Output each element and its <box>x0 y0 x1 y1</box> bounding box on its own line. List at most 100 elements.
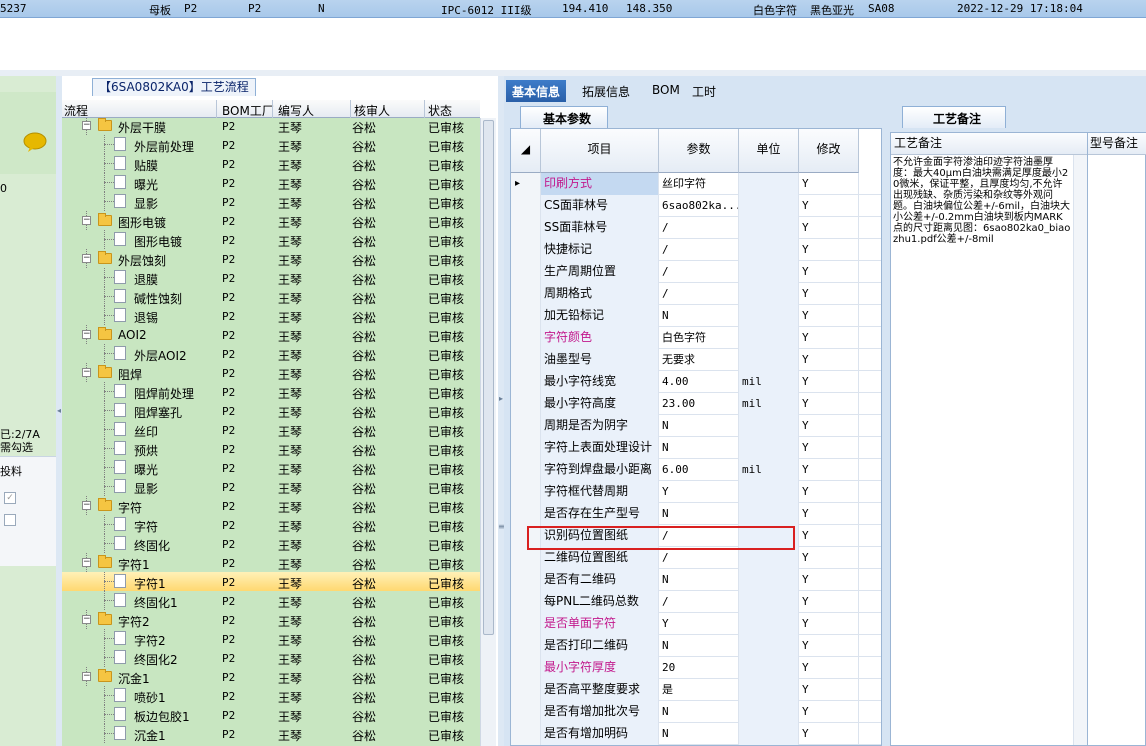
collapse-icon[interactable]: − <box>82 121 91 130</box>
tree-group-row[interactable]: − 字符1 P2 王琴 谷松 已审核 <box>62 553 480 572</box>
param-row[interactable]: 是否有增加批次号 N Y <box>511 701 881 723</box>
param-row[interactable]: 字符到焊盘最小距离 6.00 mil Y <box>511 459 881 481</box>
tree-step-row[interactable]: 终固化 P2 王琴 谷松 已审核 <box>62 534 480 553</box>
param-row[interactable]: 是否高平整度要求是 Y <box>511 679 881 701</box>
param-row[interactable]: 是否单面字符 Y Y <box>511 613 881 635</box>
tree-step-row[interactable]: 预烘 P2 王琴 谷松 已审核 <box>62 439 480 458</box>
param-value[interactable]: 6.00 <box>659 459 739 481</box>
row-indicator[interactable] <box>511 613 541 635</box>
row-checkbox-checked[interactable]: ✓ <box>4 492 16 504</box>
param-row[interactable]: 加无铅标记 N Y <box>511 305 881 327</box>
notes-scrollbar[interactable] <box>1073 155 1087 745</box>
row-indicator[interactable] <box>511 349 541 371</box>
tab-process-notes[interactable]: 工艺备注 <box>902 106 1007 128</box>
row-indicator[interactable] <box>511 415 541 437</box>
param-row[interactable]: 字符颜色 白色字符 Y <box>511 327 881 349</box>
collapse-icon[interactable]: − <box>82 254 91 263</box>
tree-step-row[interactable]: 曝光 P2 王琴 谷松 已审核 <box>62 458 480 477</box>
row-indicator[interactable] <box>511 679 541 701</box>
row-indicator[interactable] <box>511 569 541 591</box>
tab-work-hours[interactable]: 工时 <box>686 80 722 102</box>
col-flow[interactable]: 流程 <box>64 102 88 119</box>
tree-step-row[interactable]: 字符2 P2 王琴 谷松 已审核 <box>62 629 480 648</box>
param-value[interactable]: / <box>659 261 739 283</box>
row-indicator[interactable] <box>511 657 541 679</box>
tree-group-row[interactable]: − 外层蚀刻 P2 王琴 谷松 已审核 <box>62 249 480 268</box>
chat-icon[interactable] <box>22 132 48 152</box>
tree-step-row[interactable]: 外层AOI2 P2 王琴 谷松 已审核 <box>62 344 480 363</box>
tree-step-row[interactable]: 字符1 P2 王琴 谷松 已审核 <box>62 572 480 591</box>
param-row[interactable]: 二维码位置图纸 / Y <box>511 547 881 569</box>
param-value[interactable]: N <box>659 635 739 657</box>
param-value[interactable]: N <box>659 305 739 327</box>
param-row[interactable]: 是否有二维码 N Y <box>511 569 881 591</box>
tree-group-row[interactable]: − 外层干膜 P2 王琴 谷松 已审核 <box>62 118 480 135</box>
row-indicator[interactable] <box>511 283 541 305</box>
param-value[interactable]: N <box>659 701 739 723</box>
col-value[interactable]: 参数 <box>659 129 739 173</box>
param-row[interactable]: 是否存在生产型号 N Y <box>511 503 881 525</box>
tree-step-row[interactable]: 碱性蚀刻 P2 王琴 谷松 已审核 <box>62 287 480 306</box>
param-value[interactable]: N <box>659 437 739 459</box>
collapse-icon[interactable]: − <box>82 615 91 624</box>
tree-step-row[interactable]: 阻焊前处理 P2 王琴 谷松 已审核 <box>62 382 480 401</box>
tab-extended-info[interactable]: 拓展信息 <box>576 80 636 102</box>
tree-step-row[interactable]: 退膜 P2 王琴 谷松 已审核 <box>62 268 480 287</box>
tree-step-row[interactable]: 图形电镀 P2 王琴 谷松 已审核 <box>62 230 480 249</box>
param-value[interactable]: 丝印字符 <box>659 173 739 195</box>
param-row[interactable]: CS面菲林号 6sao802ka... Y <box>511 195 881 217</box>
param-value[interactable]: 是 <box>659 679 739 701</box>
row-indicator[interactable] <box>511 393 541 415</box>
param-row[interactable]: 是否有增加明码 N Y <box>511 723 881 745</box>
param-value[interactable]: 6sao802ka... <box>659 195 739 217</box>
row-indicator[interactable] <box>511 591 541 613</box>
collapse-icon[interactable]: − <box>82 368 91 377</box>
param-value[interactable]: 4.00 <box>659 371 739 393</box>
param-value[interactable]: N <box>659 503 739 525</box>
param-value[interactable]: N <box>659 569 739 591</box>
tree-step-row[interactable]: 外层前处理 P2 王琴 谷松 已审核 <box>62 135 480 154</box>
param-row[interactable]: 周期是否为阴字 N Y <box>511 415 881 437</box>
tab-basic-params[interactable]: 基本参数 <box>520 106 609 128</box>
param-row[interactable]: 最小字符厚度 20 Y <box>511 657 881 679</box>
tree-step-row[interactable]: 板边包胶1 P2 王琴 谷松 已审核 <box>62 705 480 724</box>
row-indicator[interactable] <box>511 481 541 503</box>
tree-group-row[interactable]: − 沉金1 P2 王琴 谷松 已审核 <box>62 667 480 686</box>
col-unit[interactable]: 单位 <box>739 129 799 173</box>
row-checkbox[interactable] <box>4 514 16 526</box>
row-indicator[interactable] <box>511 217 541 239</box>
param-value[interactable]: N <box>659 415 739 437</box>
param-row[interactable]: 油墨型号 无要求 Y <box>511 349 881 371</box>
param-value[interactable]: 无要求 <box>659 349 739 371</box>
tree-step-row[interactable]: 显影 P2 王琴 谷松 已审核 <box>62 477 480 496</box>
collapse-icon[interactable]: − <box>82 330 91 339</box>
tree-group-row[interactable]: − 字符 P2 王琴 谷松 已审核 <box>62 496 480 515</box>
param-value[interactable]: / <box>659 217 739 239</box>
col-modify[interactable]: 修改 <box>799 129 859 173</box>
row-indicator[interactable] <box>511 723 541 745</box>
col-bom[interactable]: BOM工厂 <box>222 102 274 119</box>
row-indicator[interactable] <box>511 635 541 657</box>
row-indicator[interactable] <box>511 261 541 283</box>
col-item[interactable]: 项目 <box>541 129 659 173</box>
tree-step-row[interactable]: 退锡 P2 王琴 谷松 已审核 <box>62 306 480 325</box>
tree-scrollbar[interactable] <box>480 118 496 746</box>
param-value[interactable]: 白色字符 <box>659 327 739 349</box>
param-value[interactable]: / <box>659 547 739 569</box>
param-row[interactable]: 快捷标记 / Y <box>511 239 881 261</box>
row-indicator[interactable] <box>511 459 541 481</box>
tree-group-row[interactable]: − 阻焊 P2 王琴 谷松 已审核 <box>62 363 480 382</box>
tree-group-row[interactable]: − 图形电镀 P2 王琴 谷松 已审核 <box>62 211 480 230</box>
param-row[interactable]: 是否打印二维码 N Y <box>511 635 881 657</box>
param-value[interactable]: / <box>659 283 739 305</box>
row-indicator[interactable] <box>511 239 541 261</box>
tab-basic-info[interactable]: 基本信息 <box>506 80 567 102</box>
collapse-icon[interactable]: − <box>82 501 91 510</box>
param-value[interactable]: / <box>659 591 739 613</box>
param-row[interactable]: 最小字符高度 23.00 mil Y <box>511 393 881 415</box>
collapse-icon[interactable]: − <box>82 672 91 681</box>
tree-step-row[interactable]: 显影 P2 王琴 谷松 已审核 <box>62 192 480 211</box>
param-value[interactable]: 23.00 <box>659 393 739 415</box>
param-row[interactable]: 周期格式 / Y <box>511 283 881 305</box>
collapse-icon[interactable]: − <box>82 558 91 567</box>
